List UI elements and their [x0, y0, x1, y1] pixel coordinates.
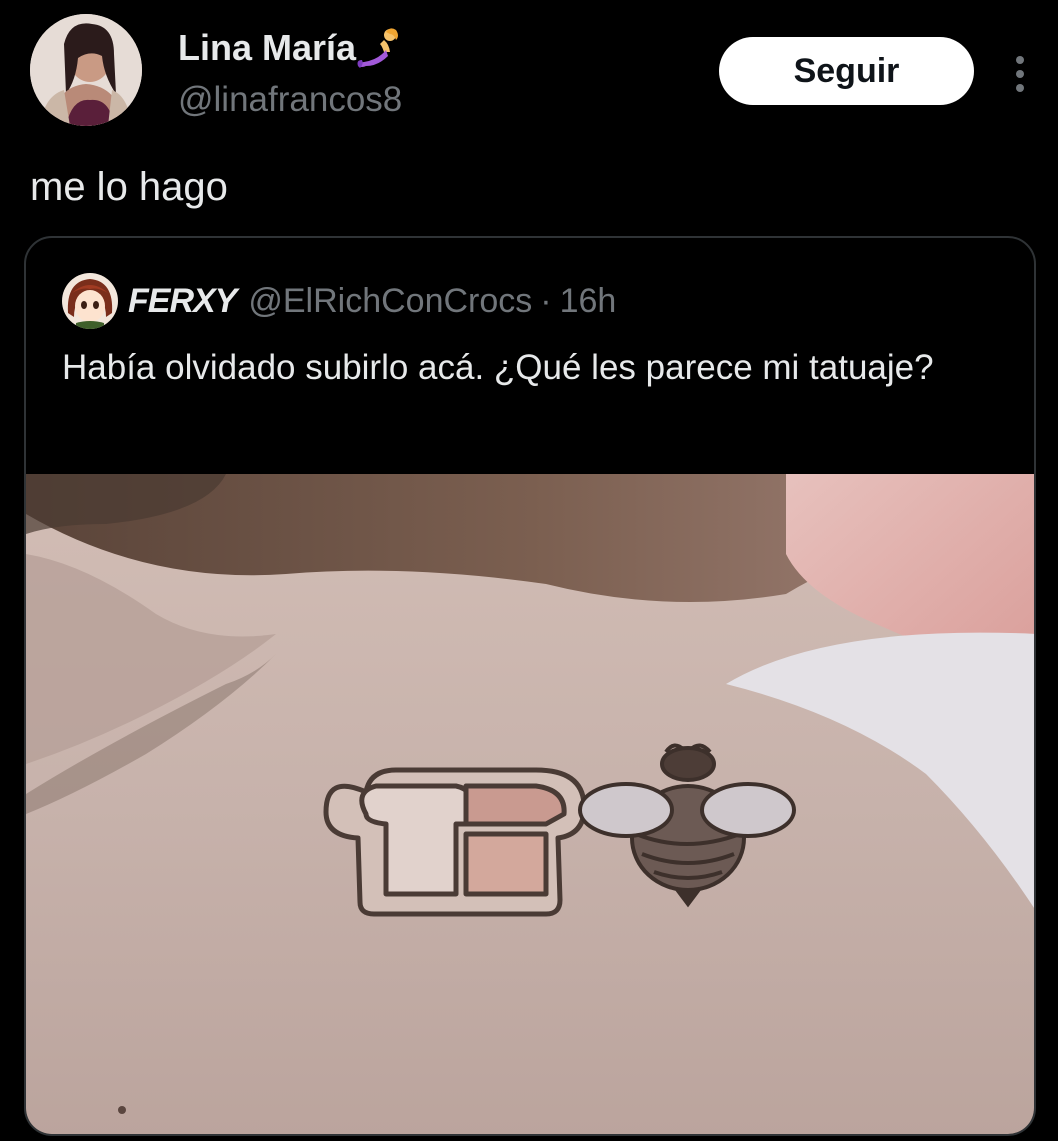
more-vertical-icon[interactable]: [1003, 52, 1037, 96]
author-name[interactable]: Lina María: [178, 26, 402, 70]
follow-button[interactable]: Seguir: [719, 37, 974, 105]
author-handle[interactable]: @linafrancos8: [178, 78, 402, 122]
quoted-tweet-text: Había olvidado subirlo acá. ¿Qué les par…: [62, 348, 934, 387]
mermaid-emoji-icon: [356, 26, 402, 70]
separator-dot: ·: [540, 281, 552, 320]
quoted-timestamp[interactable]: 16h: [560, 282, 617, 321]
tweet-text: me lo hago: [30, 165, 228, 209]
author-name-text: Lina María: [178, 27, 357, 68]
more-dot: [1016, 56, 1024, 64]
quoted-author-avatar[interactable]: [62, 273, 118, 329]
more-dot: [1016, 70, 1024, 78]
quoted-tweet[interactable]: FERXY @ElRichConCrocs · 16h Había olvida…: [24, 236, 1036, 1136]
quoted-tweet-header: FERXY @ElRichConCrocs · 16h: [62, 268, 616, 334]
author-avatar[interactable]: [30, 14, 142, 126]
quoted-author-name[interactable]: FERXY: [128, 282, 237, 321]
more-dot: [1016, 84, 1024, 92]
tweet-header: Lina María @linafrancos8 Seguir: [0, 0, 1058, 150]
quoted-author-handle[interactable]: @ElRichConCrocs: [248, 282, 532, 321]
quoted-tweet-photo[interactable]: [26, 474, 1034, 1134]
